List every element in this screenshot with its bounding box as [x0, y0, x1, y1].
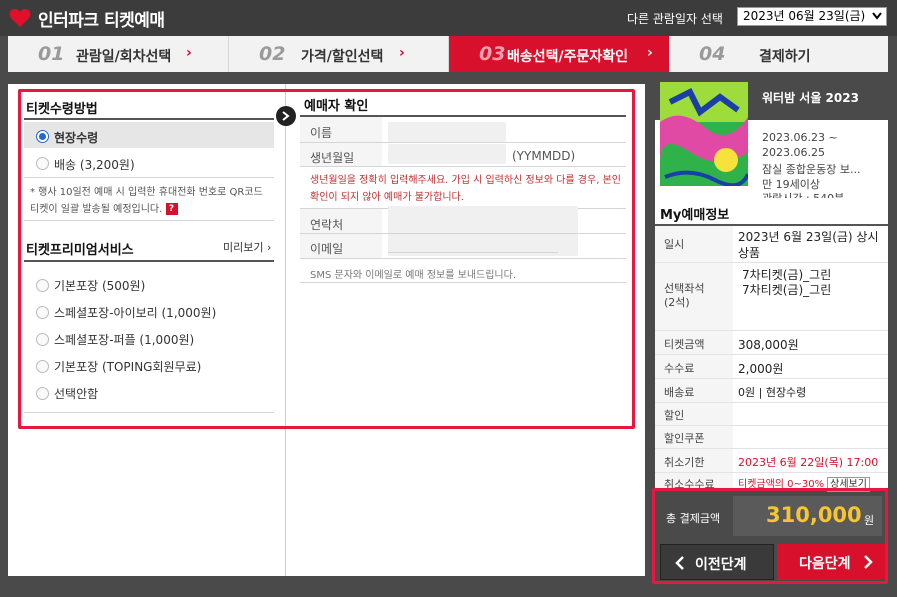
event-poster-image: [660, 82, 748, 186]
row-label-discount: 할인: [664, 409, 685, 422]
divider: [655, 402, 888, 403]
top-header: 인터파크 티켓예매 다른 관람일자 선택 2023년 06월 23일(금): [0, 0, 897, 36]
step-4-num: 04: [699, 43, 726, 65]
step-2[interactable]: 02 가격/할인선택 ›: [229, 36, 449, 72]
row-value-shipping: 0원 | 현장수령: [738, 386, 807, 399]
step-3[interactable]: 03 배송선택/주문자확인 ›: [449, 36, 669, 72]
main-panel: 티켓수령방법 현장수령 배송 (3,200원) * 행사 10일전 예매 시 입…: [8, 84, 645, 576]
row-value-datetime: 2023년 6월 23일(금) 상시상품: [738, 230, 879, 260]
divider: [655, 448, 888, 449]
event-title: 워터밤 서울 2023: [762, 91, 859, 105]
step-2-num: 02: [259, 43, 286, 65]
my-booking-title: My예매정보: [660, 208, 730, 223]
date-select-value: 2023년 06월 23일(금): [743, 9, 866, 23]
step-4[interactable]: 04 결제하기: [669, 36, 888, 72]
step-3-label: 배송선택/주문자확인: [507, 49, 629, 65]
divider: [655, 262, 888, 263]
row-value-cancel-deadline: 2023년 6월 22일(목) 17:00: [738, 456, 879, 469]
date-select[interactable]: 2023년 06월 23일(금): [737, 7, 887, 26]
divider: [655, 425, 888, 426]
step-1-num: 01: [38, 43, 65, 65]
heart-logo-icon: [9, 9, 31, 27]
chevron-right-icon: ›: [186, 45, 192, 61]
logo-text: 인터파크 티켓예매: [38, 11, 165, 31]
chevron-down-icon: [872, 12, 882, 20]
row-value-fee: 2,000원: [738, 362, 784, 376]
row-value-ticket-price: 308,000원: [738, 338, 799, 352]
event-venue: 잠실 종합운동장 보...: [762, 163, 861, 176]
step-2-label: 가격/할인선택: [301, 49, 384, 65]
row-label-ticket-price: 티켓금액: [664, 338, 705, 351]
divider: [655, 354, 888, 355]
step-4-label: 결제하기: [759, 49, 811, 65]
step-1[interactable]: 01 관람일/회차선택 ›: [8, 36, 229, 72]
step-1-label: 관람일/회차선택: [76, 49, 172, 65]
step-3-num: 03: [479, 43, 506, 65]
row-label-seats: 선택좌석 (2석): [664, 282, 705, 309]
row-label-coupon: 할인쿠폰: [664, 432, 705, 445]
row-label-cancel-deadline: 취소기한: [664, 456, 705, 469]
step-bar: 01 관람일/회차선택 › 02 가격/할인선택 › 03 배송선택/주문자확인…: [8, 36, 888, 72]
row-value-seats: 7차티켓(금)_그린 7차티켓(금)_그린: [742, 268, 832, 297]
divider: [655, 472, 888, 473]
divider: [655, 224, 888, 226]
chevron-right-icon: ›: [399, 45, 405, 61]
date-label: 다른 관람일자 선택: [627, 12, 723, 26]
divider: [655, 378, 888, 379]
divider: [655, 330, 888, 331]
event-date-end: 2023.06.25: [762, 146, 825, 159]
row-label-datetime: 일시: [664, 238, 685, 251]
chevron-right-icon: ›: [647, 45, 653, 61]
total-highlight-box: [652, 488, 888, 584]
highlight-box: [18, 89, 635, 429]
event-date-start: 2023.06.23 ~: [762, 131, 838, 144]
row-label-fee: 수수료: [664, 362, 695, 375]
row-label-shipping: 배송료: [664, 386, 695, 399]
